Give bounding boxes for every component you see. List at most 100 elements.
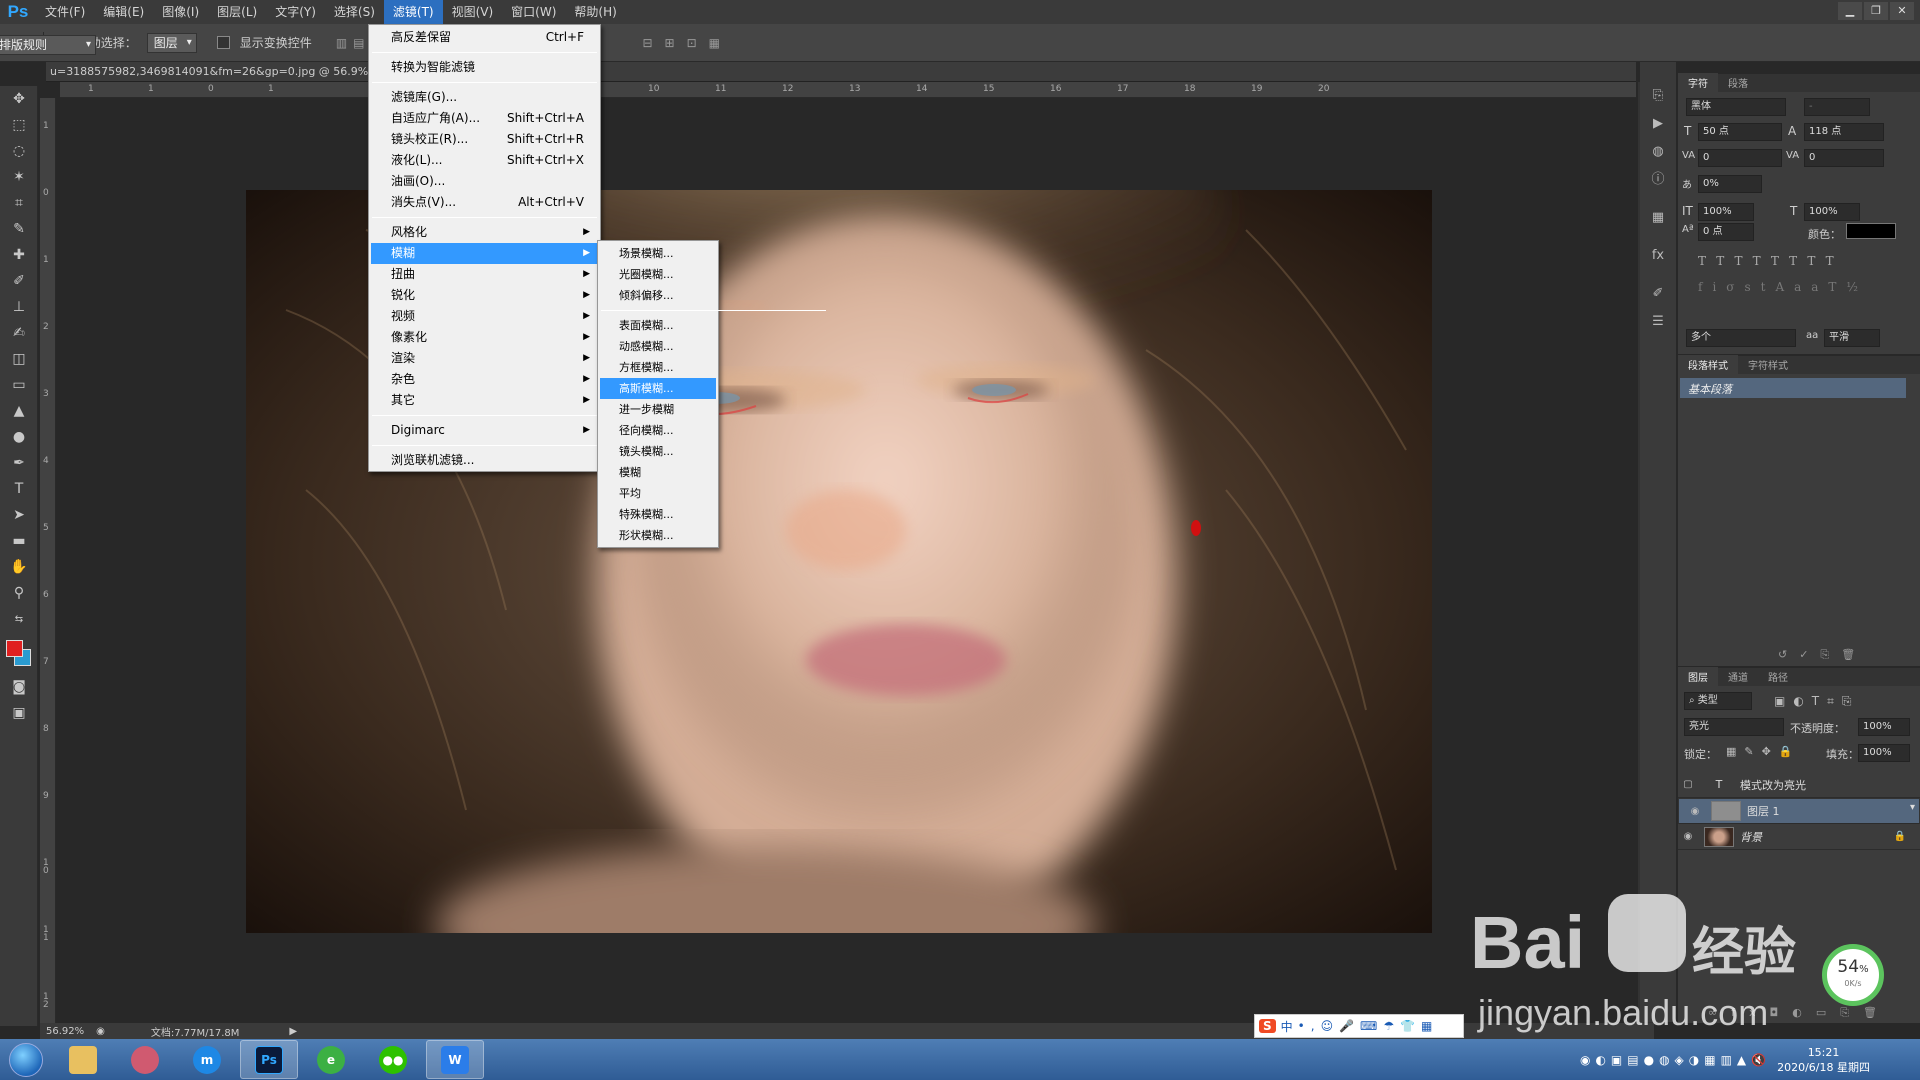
- tab-paragraph-styles[interactable]: 段落样式: [1678, 355, 1738, 374]
- menu-item[interactable]: 镜头模糊...: [600, 441, 716, 462]
- menu-window[interactable]: 窗口(W): [502, 0, 565, 24]
- type-tool-icon[interactable]: T: [0, 476, 38, 502]
- gradient-tool-icon[interactable]: ▭: [0, 372, 38, 398]
- eye-icon[interactable]: ◉: [1678, 831, 1698, 842]
- menu-item[interactable]: 表面模糊...: [600, 315, 716, 336]
- menu-item[interactable]: 扭曲 ▶: [371, 264, 598, 285]
- healing-brush-icon[interactable]: ✚: [0, 242, 38, 268]
- lock-icons[interactable]: ▦✎✥🔒: [1726, 745, 1801, 758]
- stamp-tool-icon[interactable]: ⊥: [0, 294, 38, 320]
- move-tool-icon[interactable]: ✥: [0, 86, 38, 112]
- menu-layer[interactable]: 图层(L): [208, 0, 266, 24]
- clock[interactable]: 15:21 2020/6/18 星期四: [1777, 1045, 1870, 1075]
- blur-tool-icon[interactable]: ▲: [0, 398, 38, 424]
- tab-character-styles[interactable]: 字符样式: [1738, 355, 1798, 374]
- menu-filter[interactable]: 滤镜(T): [383, 0, 443, 24]
- layer-filter-icons[interactable]: ▣◐T⌗⎘: [1774, 694, 1860, 709]
- minimize-button[interactable]: ▁: [1838, 2, 1862, 20]
- menu-item[interactable]: 倾斜偏移...: [600, 285, 716, 306]
- text-style-buttons[interactable]: TTTTTTTT: [1698, 254, 1844, 268]
- menu-item[interactable]: 场景模糊...: [600, 243, 716, 264]
- menu-item[interactable]: 消失点(V)... Alt+Ctrl+V: [371, 192, 598, 213]
- marquee-tool-icon[interactable]: ⬚: [0, 112, 38, 138]
- leading-field[interactable]: 118 点: [1804, 123, 1884, 141]
- zoom-tool-icon[interactable]: ⚲: [0, 580, 38, 606]
- status-menu-icon[interactable]: ◉: [90, 1026, 111, 1037]
- antialias-dropdown[interactable]: 平滑: [1824, 329, 1880, 347]
- menu-type[interactable]: 文字(Y): [266, 0, 325, 24]
- swatches-icon[interactable]: ▦: [1640, 204, 1676, 232]
- paragraph-styles-footer-icons[interactable]: ↺✓⎘🗑: [1778, 648, 1867, 662]
- pen-tool-icon[interactable]: ✒: [0, 450, 38, 476]
- font-size-field[interactable]: 50 点: [1698, 123, 1782, 141]
- menu-item[interactable]: 锐化 ▶: [371, 285, 598, 306]
- swap-colors-icon[interactable]: ⇆: [0, 606, 38, 632]
- tray-icons[interactable]: ◉◐▣▤●◍◈◑▦▥▲🔇: [1580, 1053, 1771, 1067]
- auto-select-dropdown[interactable]: 图层: [146, 32, 197, 53]
- visibility-toggle[interactable]: ▢: [1678, 779, 1698, 790]
- menu-item[interactable]: 镜头校正(R)... Shift+Ctrl+R: [371, 129, 598, 150]
- menu-item[interactable]: 渲染 ▶: [371, 348, 598, 369]
- scale-field[interactable]: 0%: [1698, 175, 1762, 193]
- taskbar-media[interactable]: [116, 1040, 174, 1079]
- menu-item[interactable]: 进一步模糊: [600, 399, 716, 420]
- menu-view[interactable]: 视图(V): [443, 0, 503, 24]
- menu-item[interactable]: 方框模糊...: [600, 357, 716, 378]
- restore-button[interactable]: ❐: [1864, 2, 1888, 20]
- menu-file[interactable]: 文件(F): [36, 0, 94, 24]
- menu-item[interactable]: 光圈模糊...: [600, 264, 716, 285]
- menu-item[interactable]: 模糊 ▶: [371, 243, 598, 264]
- tab-character[interactable]: 字符: [1678, 73, 1718, 92]
- layer-row-text[interactable]: ▢ T 模式改为亮光: [1678, 772, 1920, 798]
- menu-item[interactable]: 高斯模糊...: [600, 378, 716, 399]
- ime-language[interactable]: 中: [1281, 1018, 1293, 1035]
- paragraph-style-item[interactable]: 基本段落: [1680, 378, 1906, 398]
- fill-field[interactable]: 100%: [1858, 744, 1910, 762]
- layer-kind-filter[interactable]: ⌕ 类型: [1684, 692, 1752, 710]
- eye-icon[interactable]: ◉: [1685, 803, 1705, 820]
- crop-tool-icon[interactable]: ⌗: [0, 190, 38, 216]
- menu-item[interactable]: 油画(O)...: [371, 171, 598, 192]
- text-color-swatch[interactable]: [1846, 223, 1896, 239]
- menu-item[interactable]: 自适应广角(A)... Shift+Ctrl+A: [371, 108, 598, 129]
- adjustments-icon[interactable]: ☰: [1640, 308, 1676, 336]
- menu-select[interactable]: 选择(S): [325, 0, 384, 24]
- menu-item[interactable]: 滤镜库(G)...: [371, 87, 598, 108]
- menu-item[interactable]: 浏览联机滤镜...: [371, 450, 598, 471]
- tab-paths[interactable]: 路径: [1758, 667, 1798, 686]
- menu-item[interactable]: Digimarc ▶: [371, 420, 598, 441]
- layer-row-background[interactable]: ◉ 背景 🔒: [1678, 824, 1920, 850]
- show-transform-checkbox[interactable]: [216, 36, 230, 49]
- taskbar-maxthon[interactable]: m: [178, 1040, 236, 1079]
- menu-item[interactable]: 模糊: [600, 462, 716, 483]
- menu-item[interactable]: 风格化 ▶: [371, 222, 598, 243]
- horizontal-scale-field[interactable]: 100%: [1804, 203, 1860, 221]
- color-icon[interactable]: ◍: [1640, 138, 1676, 166]
- document-tab[interactable]: u=3188575982,3469814091&fm=26&gp=0.jpg @…: [46, 62, 1636, 82]
- taskbar-wechat[interactable]: ●●: [364, 1040, 422, 1079]
- hand-tool-icon[interactable]: ✋: [0, 554, 38, 580]
- foreground-color-swatch[interactable]: [6, 640, 23, 657]
- lasso-tool-icon[interactable]: ◌: [0, 138, 38, 164]
- status-arrow-icon[interactable]: ▶: [289, 1026, 297, 1037]
- brush-preset-icon[interactable]: ✐: [1640, 280, 1676, 308]
- network-speed-widget[interactable]: 54% 0K/s: [1822, 944, 1884, 1006]
- taskbar-explorer[interactable]: [54, 1040, 112, 1079]
- opacity-field[interactable]: 100%: [1858, 718, 1910, 736]
- menu-item[interactable]: 特殊模糊...: [600, 504, 716, 525]
- menu-item[interactable]: 杂色 ▶: [371, 369, 598, 390]
- blend-mode-dropdown[interactable]: 亮光: [1684, 718, 1784, 736]
- menu-item[interactable]: 径向模糊...: [600, 420, 716, 441]
- vertical-scale-field[interactable]: 100%: [1698, 203, 1754, 221]
- menu-item[interactable]: 视频 ▶: [371, 306, 598, 327]
- history-brush-icon[interactable]: ✍: [0, 320, 38, 346]
- menu-item[interactable]: 其它 ▶: [371, 390, 598, 411]
- menu-image[interactable]: 图像(I): [153, 0, 208, 24]
- menu-item[interactable]: 高反差保留 Ctrl+F: [371, 27, 598, 48]
- workspace-dropdown[interactable]: 排版规则: [0, 35, 96, 55]
- taskbar-browser[interactable]: e: [302, 1040, 360, 1079]
- align-icons[interactable]: ▥▤: [336, 36, 371, 50]
- tracking-field[interactable]: 0: [1804, 149, 1884, 167]
- eraser-tool-icon[interactable]: ◫: [0, 346, 38, 372]
- close-button[interactable]: ✕: [1890, 2, 1914, 20]
